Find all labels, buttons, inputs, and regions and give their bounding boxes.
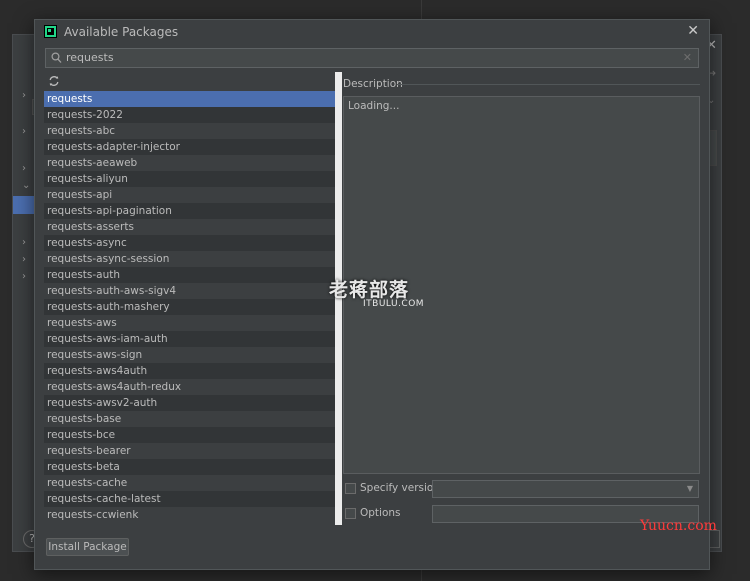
package-list-item[interactable]: requests-base xyxy=(44,411,335,427)
options-checkbox[interactable] xyxy=(345,508,356,519)
chevron-right-icon: › xyxy=(22,90,26,101)
dialog-titlebar: Available Packages ✕ xyxy=(35,20,709,44)
package-list-item[interactable]: requests-async-session xyxy=(44,251,335,267)
package-list[interactable]: requests requests-2022 requests-abc request… xyxy=(44,91,335,524)
clear-search-icon[interactable]: ✕ xyxy=(683,51,692,64)
close-icon[interactable]: ✕ xyxy=(687,23,699,39)
available-packages-dialog: Available Packages ✕ ✕ requestsrequests-… xyxy=(34,19,710,570)
refresh-icon[interactable] xyxy=(48,75,60,87)
package-list-item[interactable]: requests-asserts xyxy=(44,219,335,235)
package-list-item[interactable]: requests-auth-mashery xyxy=(44,299,335,315)
watermark-url: ITBULU.COM xyxy=(363,299,425,309)
install-package-button[interactable]: Install Package xyxy=(46,538,129,556)
version-select[interactable]: ▼ xyxy=(432,480,699,498)
dialog-title: Available Packages xyxy=(64,25,179,39)
search-input[interactable] xyxy=(66,49,676,67)
pycharm-app-icon xyxy=(44,25,57,38)
package-list-item[interactable]: requests-ccwienk xyxy=(44,507,335,523)
site-watermark: Yuucn.com xyxy=(640,518,717,534)
package-list-item[interactable]: requests-aws-sign xyxy=(44,347,335,363)
chevron-right-icon: › xyxy=(22,126,26,137)
package-list-item[interactable]: requests-abc xyxy=(44,123,335,139)
specify-version-checkbox[interactable] xyxy=(345,483,356,494)
package-list-item[interactable]: requests-api-pagination xyxy=(44,203,335,219)
package-list-item[interactable]: requests-aws4auth-redux xyxy=(44,379,335,395)
chevron-right-icon: › xyxy=(22,271,26,282)
package-list-item[interactable]: requests-aws4auth xyxy=(44,363,335,379)
search-field[interactable]: ✕ xyxy=(45,48,699,68)
package-list-item[interactable]: requests-auth xyxy=(44,267,335,283)
search-icon xyxy=(51,52,62,63)
chevron-right-icon: › xyxy=(22,237,26,248)
package-list-item[interactable]: requests-cache-latest xyxy=(44,491,335,507)
watermark-text: 老蒋部落 xyxy=(329,279,410,301)
package-list-item[interactable]: requests-api xyxy=(44,187,335,203)
package-list-item[interactable]: requests-auth-aws-sigv4 xyxy=(44,283,335,299)
chevron-right-icon: › xyxy=(22,254,26,265)
package-list-item[interactable]: requests-2022 xyxy=(44,107,335,123)
background-selected-item xyxy=(13,196,35,214)
package-list-item[interactable]: requests xyxy=(44,91,335,107)
package-list-item[interactable]: requests-aeaweb xyxy=(44,155,335,171)
description-text: Loading... xyxy=(348,100,400,112)
package-list-item[interactable]: requests-aws-iam-auth xyxy=(44,331,335,347)
specify-version-label: Specify version xyxy=(360,482,441,494)
package-list-item[interactable]: requests-adapter-injector xyxy=(44,139,335,155)
package-list-item[interactable]: requests-aliyun xyxy=(44,171,335,187)
chevron-down-icon: ⌄ xyxy=(22,180,31,191)
package-list-item[interactable]: requests-async xyxy=(44,235,335,251)
chevron-down-icon: ▼ xyxy=(686,484,693,493)
package-list-item[interactable]: requests-awsv2-auth xyxy=(44,395,335,411)
options-label: Options xyxy=(360,507,401,519)
package-list-item[interactable]: requests-aws xyxy=(44,315,335,331)
description-label: Description xyxy=(343,78,403,90)
package-list-item[interactable]: requests-cache xyxy=(44,475,335,491)
package-list-item[interactable]: requests-bce xyxy=(44,427,335,443)
package-list-item[interactable]: requests-bearer xyxy=(44,443,335,459)
chevron-right-icon: › xyxy=(22,163,26,174)
package-list-item[interactable]: requests-beta xyxy=(44,459,335,475)
description-separator xyxy=(397,84,700,85)
